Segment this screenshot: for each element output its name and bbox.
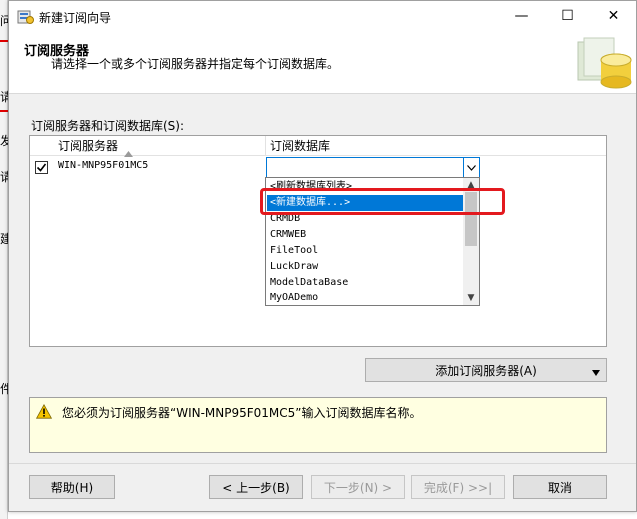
background-glyph: 建 <box>0 232 8 246</box>
subscription-database-combobox[interactable] <box>266 157 480 178</box>
finish-button[interactable]: 完成(F) >>| <box>411 475 505 499</box>
column-header-subscriber[interactable]: 订阅服务器 <box>56 136 266 157</box>
dropdown-item[interactable]: CRMWEB <box>267 227 463 243</box>
combobox-dropdown-button[interactable] <box>463 158 479 177</box>
validation-message-text: 您必须为订阅服务器“WIN-MNP95F01MC5”输入订阅数据库名称。 <box>62 406 422 420</box>
footer-divider <box>9 463 636 464</box>
subscriber-server-name: WIN-MNP95F01MC5 <box>58 160 149 171</box>
maximize-icon: ☐ <box>561 8 574 24</box>
chevron-down-icon <box>467 164 476 171</box>
background-glyph: 请 <box>0 90 8 104</box>
cancel-button[interactable]: 取消 <box>513 475 607 499</box>
column-header-subscriber-label: 订阅服务器 <box>58 139 119 153</box>
dropdown-item[interactable]: ModelDataBase <box>267 275 463 291</box>
page-description: 请选择一个或多个订阅服务器并指定每个订阅数据库。 <box>51 57 340 71</box>
help-button[interactable]: 帮助(H) <box>29 475 115 499</box>
minimize-icon: — <box>514 8 529 24</box>
database-icon <box>577 37 632 89</box>
warning-icon <box>36 404 52 419</box>
checkmark-icon <box>36 163 47 172</box>
subscriber-checkbox[interactable] <box>35 161 48 174</box>
column-header-database[interactable]: 订阅数据库 <box>266 136 466 156</box>
add-subscriber-label: 添加订阅服务器(A) <box>435 363 537 378</box>
grid-header: 订阅服务器 订阅数据库 <box>30 136 606 157</box>
back-button[interactable]: < 上一步(B) <box>209 475 303 499</box>
close-button[interactable]: ✕ <box>591 1 636 31</box>
dropdown-caret-icon <box>592 365 600 379</box>
subscribers-section-label: 订阅服务器和订阅数据库(S): <box>31 119 185 133</box>
add-subscriber-button[interactable]: 添加订阅服务器(A) <box>365 358 607 382</box>
scroll-down-icon[interactable]: ▼ <box>463 291 479 305</box>
wizard-header: 订阅服务器 请选择一个或多个订阅服务器并指定每个订阅数据库。 <box>9 32 636 94</box>
background-glyph: 请 <box>0 170 8 184</box>
column-header-database-label: 订阅数据库 <box>270 139 331 153</box>
close-icon: ✕ <box>607 8 620 24</box>
new-subscription-wizard: 新建订阅向导 — ☐ ✕ 订阅服务器 请选择一个或多个订阅服务器并指定每个订阅数… <box>8 0 637 512</box>
table-row[interactable]: WIN-MNP95F01MC5 <box>30 156 606 178</box>
maximize-button[interactable]: ☐ <box>545 1 590 31</box>
background-glyph: 件 <box>0 382 8 396</box>
highlight-annotation-box <box>260 188 505 215</box>
dropdown-item[interactable]: FileTool <box>267 243 463 259</box>
dropdown-item[interactable]: MyOADemo <box>267 290 463 306</box>
background-red-line <box>0 40 8 42</box>
background-window-edge: 问 请 发 请 建 件 <box>0 0 8 519</box>
validation-message-box: 您必须为订阅服务器“WIN-MNP95F01MC5”输入订阅数据库名称。 <box>29 397 607 453</box>
background-glyph: 发 <box>0 134 8 148</box>
minimize-button[interactable]: — <box>499 1 544 31</box>
dropdown-item[interactable]: LuckDraw <box>267 259 463 275</box>
background-red-line <box>0 110 8 112</box>
title-bar[interactable]: 新建订阅向导 — ☐ ✕ <box>9 1 636 32</box>
next-button[interactable]: 下一步(N) > <box>311 475 405 499</box>
background-glyph: 问 <box>0 14 8 28</box>
wizard-app-icon <box>17 10 34 24</box>
window-title: 新建订阅向导 <box>39 11 112 25</box>
